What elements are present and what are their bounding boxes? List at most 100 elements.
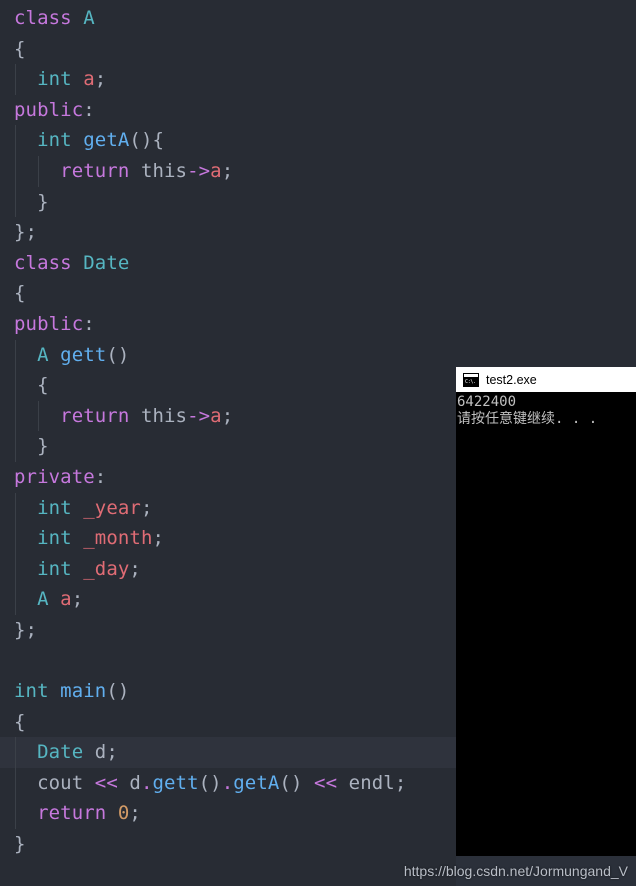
code-token: ;	[152, 527, 165, 550]
code-line[interactable]: return this->a;	[0, 155, 636, 187]
code-token: return	[37, 802, 107, 825]
indent-guide	[15, 370, 16, 401]
code-token: ->	[187, 404, 211, 427]
code-token: getA	[83, 129, 130, 152]
code-token: :	[83, 98, 95, 121]
code-token: };	[14, 221, 38, 244]
code-line[interactable]: {	[0, 278, 636, 309]
code-token: ()	[198, 771, 222, 794]
code-token: 0	[117, 802, 130, 825]
code-token: }	[14, 833, 26, 856]
code-token: :	[83, 312, 95, 335]
code-token: <<	[314, 771, 338, 794]
watermark-backdrop	[456, 856, 636, 886]
indent-guide	[15, 431, 16, 462]
code-token: gett	[152, 771, 199, 794]
console-output-line: 请按任意键继续. . .	[457, 411, 598, 427]
code-token: ->	[187, 159, 211, 182]
code-line[interactable]: {	[0, 34, 636, 65]
code-token: return	[60, 404, 130, 427]
code-token: _year	[83, 496, 141, 519]
code-token: int	[37, 557, 72, 580]
code-token: d	[94, 741, 107, 764]
code-token: <<	[94, 771, 118, 794]
code-token: class	[14, 7, 72, 29]
code-line[interactable]: Date d;	[0, 737, 456, 768]
console-title-label: test2.exe	[486, 372, 537, 387]
indent-guide	[15, 339, 16, 371]
code-token: ;	[129, 557, 141, 580]
code-line[interactable]: A gett()	[0, 339, 636, 371]
code-token: Date	[83, 251, 130, 274]
indent-guide	[15, 492, 16, 524]
code-token: _month	[83, 527, 153, 550]
code-line[interactable]: };	[0, 217, 636, 248]
indent-guide	[15, 737, 16, 768]
code-token: int	[37, 129, 72, 152]
console-cmd-icon: C:\.	[463, 372, 479, 387]
code-token: class	[14, 251, 72, 274]
console-titlebar[interactable]: C:\. test2.exe	[456, 367, 636, 392]
code-token: a	[83, 68, 95, 91]
code-line[interactable]: public:	[0, 309, 636, 340]
console-output-area[interactable]: 6422400 请按任意键继续. . .	[456, 392, 636, 856]
code-token: cout	[37, 771, 84, 794]
code-token: ()	[279, 771, 303, 794]
code-line[interactable]: public:	[0, 95, 636, 126]
code-line[interactable]: class A	[0, 3, 636, 34]
indent-guide	[15, 125, 16, 156]
console-output-line: 6422400	[457, 394, 517, 410]
code-token: public	[14, 312, 84, 335]
indent-guide	[15, 584, 16, 615]
code-token: ;	[140, 496, 153, 519]
indent-guide	[15, 64, 16, 95]
code-token: };	[14, 618, 38, 641]
code-line[interactable]: }	[0, 186, 636, 218]
indent-guide	[38, 155, 39, 187]
code-token: {	[37, 374, 49, 397]
code-token: this	[140, 159, 188, 182]
code-token: .	[221, 771, 234, 794]
code-token: A	[37, 343, 49, 366]
indent-guide	[15, 798, 16, 830]
code-token: (){	[129, 129, 165, 152]
code-token: Date	[37, 741, 84, 764]
code-token: {	[14, 37, 26, 60]
code-line[interactable]: class Date	[0, 248, 636, 279]
code-line[interactable]: int a;	[0, 64, 636, 95]
console-window[interactable]: C:\. test2.exe 6422400 请按任意键继续. . .	[456, 367, 636, 856]
indent-guide	[15, 767, 16, 799]
code-token: ;	[71, 588, 84, 611]
code-token: ;	[221, 159, 234, 182]
code-token: int	[37, 527, 72, 550]
code-token: public	[14, 98, 84, 121]
code-token: private	[14, 465, 95, 488]
indent-guide	[15, 553, 16, 585]
code-line[interactable]: int getA(){	[0, 125, 636, 156]
code-token: ;	[129, 802, 141, 825]
code-token: .	[140, 771, 153, 794]
code-token: endl;	[337, 771, 407, 794]
code-token: getA	[233, 771, 280, 794]
code-token: ;	[106, 741, 118, 764]
